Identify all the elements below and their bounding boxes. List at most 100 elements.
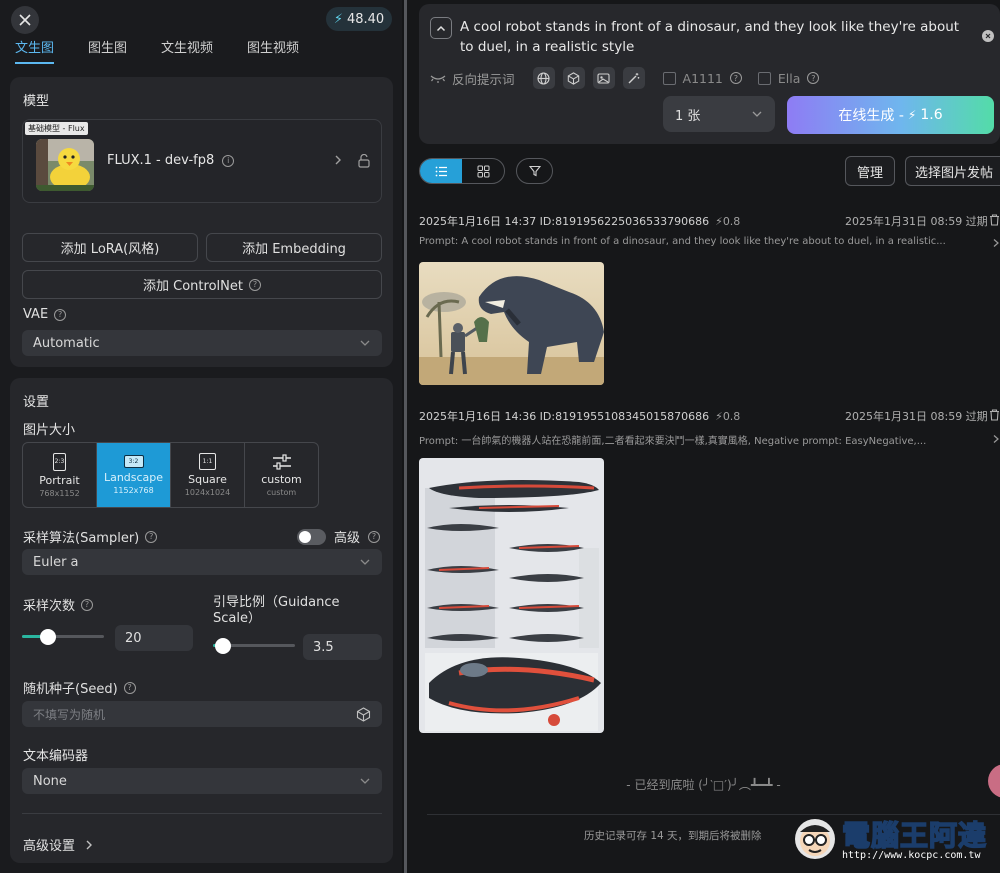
trash-icon[interactable]: [989, 409, 1000, 421]
a1111-label: A1111: [682, 70, 723, 86]
size-name: Landscape: [103, 471, 164, 484]
slider-handle[interactable]: [214, 638, 231, 654]
sampler-select[interactable]: Euler a: [22, 549, 382, 575]
watermark: 電腦王阿達 http://www.kocpc.com.tw: [792, 810, 997, 868]
chevron-right-icon[interactable]: [333, 154, 343, 166]
grid-icon: [477, 165, 489, 177]
record-expiry: 2025年1月31日 08:59 过期: [845, 215, 988, 228]
history-note: 历史记录可存 14 天，到期后将被删除: [584, 830, 762, 842]
filter-button[interactable]: [516, 158, 553, 184]
size-dims: 1024x1024: [184, 488, 231, 497]
size-dims: 1152x768: [113, 486, 154, 495]
help-icon[interactable]: ?: [145, 530, 158, 543]
generated-image[interactable]: [419, 262, 604, 385]
generate-cost: 1.6: [920, 107, 943, 123]
clear-prompt-button[interactable]: [982, 30, 994, 42]
mascot-logo: [795, 819, 835, 859]
add-lora-button[interactable]: 添加 LoRA(风格): [22, 233, 198, 262]
random-prompt-button[interactable]: [562, 67, 585, 89]
help-icon[interactable]: ?: [729, 72, 742, 84]
dice-icon[interactable]: [356, 706, 371, 722]
record-meta: 2025年1月16日 14:37 ID:81919562250365337906…: [419, 213, 740, 229]
image-prompt-button[interactable]: [592, 67, 615, 89]
filter-icon: [528, 165, 541, 177]
guidance-label: 引导比例（Guidance Scale）: [213, 595, 340, 626]
vae-select[interactable]: Automatic: [22, 330, 382, 356]
generate-button[interactable]: 在线生成 - ⚡ 1.6: [787, 96, 994, 134]
a1111-checkbox[interactable]: A1111 ?: [662, 70, 742, 86]
chevron-down-icon: [752, 111, 762, 117]
settings-section-title: 设置: [23, 395, 50, 410]
model-selector[interactable]: 基础模型 - Flux FLUX.1 - dev-fp8 i: [22, 119, 382, 203]
steps-slider[interactable]: [22, 629, 104, 645]
trash-icon[interactable]: [989, 214, 1000, 226]
help-icon[interactable]: ?: [807, 72, 820, 84]
size-name: Portrait: [39, 473, 80, 487]
checkbox[interactable]: [662, 71, 676, 85]
sliders-icon: [272, 453, 291, 470]
landscape-ratio-icon: 3:2: [123, 455, 144, 468]
end-of-list-text: - 已经到底啦 (╯‵□′)╯︵┻━┻ -: [626, 778, 781, 792]
guidance-input[interactable]: 3.5: [303, 634, 382, 660]
list-view-button[interactable]: [420, 159, 462, 183]
publish-button[interactable]: 选择图片发帖: [905, 156, 1000, 186]
steps-input[interactable]: 20: [115, 625, 193, 651]
record-cost-value: 0.8: [722, 214, 741, 228]
size-option-landscape[interactable]: 3:2 Landscape 1152x768: [97, 443, 171, 507]
help-icon[interactable]: ?: [54, 308, 67, 321]
left-panel: ⚡ 48.40 文生图 图生图 文生视频 图生视频 模型 基础模型 - Flux: [0, 0, 402, 873]
guidance-slider[interactable]: [213, 638, 295, 654]
help-icon[interactable]: ?: [123, 681, 136, 694]
collapse-button[interactable]: [430, 17, 452, 39]
help-icon[interactable]: ?: [81, 598, 94, 611]
negative-prompt-toggle[interactable]: 反向提示词: [430, 69, 515, 88]
model-thumbnail: [36, 139, 94, 191]
manage-button[interactable]: 管理: [845, 156, 895, 186]
credits-badge[interactable]: ⚡ 48.40: [326, 7, 392, 31]
size-option-custom[interactable]: custom custom: [245, 443, 318, 507]
tab-text-to-image[interactable]: 文生图: [15, 38, 55, 64]
record-cost-value: 0.8: [722, 409, 741, 423]
slider-handle[interactable]: [40, 629, 57, 645]
generate-label: 在线生成 -: [838, 108, 904, 124]
close-button[interactable]: [11, 6, 39, 34]
tab-image-to-video[interactable]: 图生视频: [247, 38, 299, 64]
chevron-right-icon[interactable]: [992, 238, 1000, 248]
ella-checkbox[interactable]: Ella ?: [757, 71, 820, 86]
watermark-title: 電腦王阿達: [841, 818, 988, 853]
record-prompt: Prompt: 一台帥氣的機器人站在恐龍前面,二者看起來要決鬥一樣,真實風格, …: [419, 436, 927, 447]
magic-enhance-button[interactable]: [622, 67, 645, 89]
add-embedding-button[interactable]: 添加 Embedding: [206, 233, 382, 262]
chevron-down-icon: [360, 340, 370, 346]
tab-image-to-image[interactable]: 图生图: [88, 38, 127, 64]
vae-label: VAE ?: [23, 307, 67, 322]
size-option-square[interactable]: 1:1 Square 1024x1024: [171, 443, 245, 507]
advanced-settings-link[interactable]: 高级设置: [23, 835, 93, 854]
advanced-toggle[interactable]: [297, 528, 326, 545]
generated-image[interactable]: [419, 458, 604, 733]
record-prompt: Prompt: A cool robot stands in front of …: [419, 236, 946, 247]
model-card: 模型 基础模型 - Flux FLUX.1 - dev-fp8 i 添加 LoR…: [10, 77, 393, 367]
image-size-group: 2:3 Portrait 768x1152 3:2 Landscape 1152…: [22, 442, 319, 508]
sampler-value: Euler a: [33, 554, 79, 570]
size-option-portrait[interactable]: 2:3 Portrait 768x1152: [23, 443, 97, 507]
seed-input[interactable]: 不填写为随机: [22, 701, 382, 727]
help-icon[interactable]: ?: [248, 278, 261, 291]
image-count-value: 1 张: [675, 108, 701, 124]
steps-label-text: 采样次数: [23, 599, 76, 614]
unlock-icon[interactable]: [357, 154, 371, 168]
image-icon: [597, 72, 610, 84]
tab-text-to-video[interactable]: 文生视频: [161, 38, 213, 64]
help-icon[interactable]: ?: [368, 530, 381, 543]
encoder-select[interactable]: None: [22, 768, 382, 794]
grid-view-button[interactable]: [462, 159, 504, 183]
translate-button[interactable]: [532, 67, 555, 89]
checkbox[interactable]: [757, 71, 771, 85]
info-icon[interactable]: i: [222, 154, 235, 167]
add-controlnet-button[interactable]: 添加 ControlNet ?: [22, 270, 382, 299]
chevron-right-icon[interactable]: [992, 434, 1000, 444]
chevron-down-icon: [360, 778, 370, 784]
prompt-input[interactable]: A cool robot stands in front of a dinosa…: [460, 17, 975, 57]
image-count-select[interactable]: 1 张: [663, 96, 775, 132]
prompt-tools: 反向提示词 A1111 ? Ella ?: [430, 67, 820, 89]
